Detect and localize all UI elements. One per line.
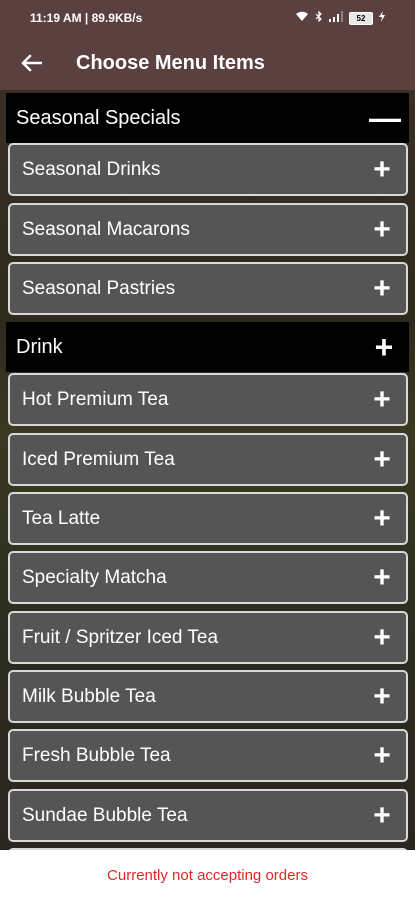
plus-icon[interactable]: + (370, 562, 394, 593)
menu-item-label: Fresh Bubble Tea (22, 744, 171, 766)
arrow-left-icon (20, 50, 43, 76)
menu-item-label: Sundae Bubble Tea (22, 804, 188, 826)
plus-icon[interactable]: + (370, 214, 394, 245)
order-status-message: Currently not accepting orders (107, 866, 308, 884)
status-bar: 11:19 AM | 89.9KB/s 52 (0, 0, 415, 36)
menu-item-label: Milk Bubble Tea (22, 685, 156, 707)
battery-icon: 52 (349, 11, 373, 25)
menu-item-milk-bubble-tea[interactable]: Milk Bubble Tea + (8, 670, 408, 723)
plus-icon[interactable]: + (370, 503, 394, 534)
menu-item-label: Seasonal Drinks (22, 158, 161, 180)
status-icons: 52 (295, 10, 385, 25)
status-time: 11:19 AM | 89.9KB/s (30, 11, 143, 25)
section-label: Seasonal Specials (16, 106, 181, 129)
menu-item-label: Tea Latte (22, 507, 101, 529)
menu-item-sundae-bubble-tea[interactable]: Sundae Bubble Tea + (8, 789, 408, 842)
menu-item-iced-premium-tea[interactable]: Iced Premium Tea + (8, 433, 408, 486)
plus-icon[interactable]: + (370, 800, 394, 831)
menu-item-label: Hot Premium Tea (22, 388, 169, 410)
plus-icon[interactable]: + (370, 273, 394, 304)
plus-icon[interactable]: + (370, 681, 394, 712)
menu-item-hot-premium-tea[interactable]: Hot Premium Tea + (8, 373, 408, 426)
menu-item-seasonal-macarons[interactable]: Seasonal Macarons + (8, 203, 408, 256)
menu-item-fruit-spritzer-iced-tea[interactable]: Fruit / Spritzer Iced Tea + (8, 611, 408, 664)
back-button[interactable] (0, 36, 62, 90)
bluetooth-icon (315, 10, 323, 25)
section-label: Drink (16, 335, 63, 358)
menu-list[interactable]: Seasonal Specials — Seasonal Drinks + Se… (0, 90, 415, 850)
wifi-icon (295, 11, 309, 25)
plus-icon[interactable]: + (370, 384, 394, 415)
menu-item-label: Seasonal Pastries (22, 277, 176, 299)
menu-item-seasonal-pastries[interactable]: Seasonal Pastries + (8, 262, 408, 315)
collapse-icon[interactable]: — (369, 102, 401, 134)
expand-icon[interactable]: + (369, 331, 399, 363)
menu-item-label: Iced Premium Tea (22, 448, 175, 470)
menu-item-label: Fruit / Spritzer Iced Tea (22, 626, 219, 648)
section-header-drink[interactable]: Drink + (6, 322, 409, 372)
page-title: Choose Menu Items (76, 51, 265, 74)
order-status-banner: Currently not accepting orders (0, 850, 415, 900)
menu-item-specialty-matcha[interactable]: Specialty Matcha + (8, 551, 408, 604)
plus-icon[interactable]: + (370, 154, 394, 185)
section-header-seasonal-specials[interactable]: Seasonal Specials — (6, 93, 409, 143)
plus-icon[interactable]: + (370, 740, 394, 771)
app-bar: Choose Menu Items (0, 36, 415, 90)
menu-item-seasonal-drinks[interactable]: Seasonal Drinks + (8, 143, 408, 196)
menu-item-label: Seasonal Macarons (22, 218, 190, 240)
menu-item-fresh-bubble-tea[interactable]: Fresh Bubble Tea + (8, 729, 408, 782)
plus-icon[interactable]: + (370, 622, 394, 653)
menu-item-tea-latte[interactable]: Tea Latte + (8, 492, 408, 545)
signal-icon (329, 11, 343, 25)
plus-icon[interactable]: + (370, 444, 394, 475)
menu-item-label: Specialty Matcha (22, 566, 167, 588)
charging-icon (379, 11, 385, 25)
